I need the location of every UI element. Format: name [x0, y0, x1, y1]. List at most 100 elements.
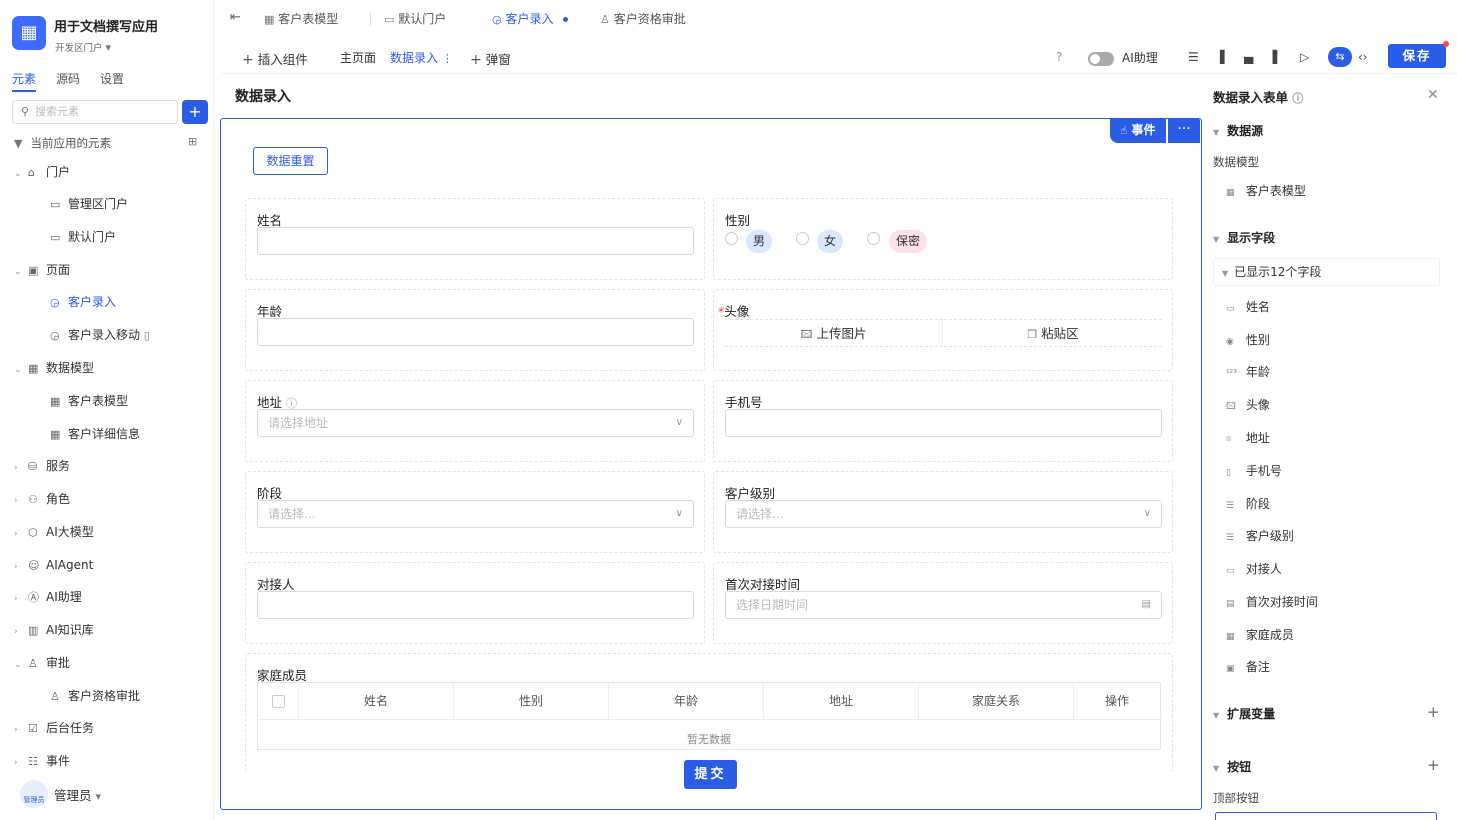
layout-right-icon[interactable]: ▐: [1268, 50, 1277, 64]
tab-elements[interactable]: 元素: [12, 70, 37, 92]
section-datasource[interactable]: ▼ 数据源: [1213, 122, 1263, 139]
tab-settings[interactable]: 设置: [100, 70, 124, 92]
tree-item-pages[interactable]: ⌄ ▣ 页面: [14, 260, 70, 280]
tree-item-data-models[interactable]: ⌄ ▦ 数据模型: [14, 358, 94, 378]
gender-radio-female[interactable]: [796, 232, 809, 245]
stage-select[interactable]: 请选择... ∨: [257, 500, 694, 528]
field-item[interactable]: ▣ 备注: [1226, 658, 1270, 675]
tree-label: 页面: [46, 263, 71, 277]
add-ext-var-icon[interactable]: +: [1427, 703, 1440, 721]
name-input[interactable]: [257, 227, 694, 255]
paste-area[interactable]: ❐ 粘贴区: [944, 319, 1162, 347]
add-button-icon[interactable]: +: [1427, 756, 1440, 774]
layout-left-icon[interactable]: ▌: [1220, 50, 1229, 64]
layout-bottom-icon[interactable]: ▄: [1244, 50, 1253, 64]
tab-source[interactable]: 源码: [56, 70, 80, 92]
help-icon[interactable]: ⓘ: [286, 398, 297, 409]
address-select[interactable]: 请选择地址 ∨: [257, 409, 694, 437]
contact-input[interactable]: [257, 591, 694, 619]
tree-item-roles[interactable]: › ⚇ 角色: [14, 489, 70, 509]
tree-item-ai-assistant[interactable]: › Ⓐ AI助理: [14, 587, 82, 607]
select-all-checkbox[interactable]: [271, 695, 285, 708]
model-value[interactable]: ▦ 客户表模型: [1226, 182, 1306, 199]
help-icon[interactable]: ⓘ: [1292, 93, 1303, 104]
collapse-sidebar-icon[interactable]: ⇤: [230, 10, 241, 25]
chevron-right-icon: ›: [14, 529, 18, 539]
gender-radio-male[interactable]: [725, 232, 738, 245]
add-element-button[interactable]: +: [182, 100, 208, 124]
field-item[interactable]: ▤ 首次对接时间: [1226, 593, 1318, 610]
tree-item-customer-entry[interactable]: ◶ 客户录入: [50, 292, 116, 312]
element-search-input[interactable]: ⚲ 搜索元素: [12, 100, 178, 124]
tree-item-default-portal[interactable]: ▭ 默认门户: [50, 227, 116, 247]
field-label: 姓名: [1245, 300, 1270, 314]
popup-button[interactable]: + 弹窗: [470, 49, 511, 68]
tab-customer-entry[interactable]: ◶ 客户录入: [492, 10, 569, 27]
more-options-icon[interactable]: ···: [1168, 118, 1200, 143]
tab-customer-model[interactable]: ▦ 客户表模型: [264, 10, 338, 27]
column-header: 地址: [764, 683, 919, 719]
tree-label: 客户录入移动: [68, 328, 141, 342]
code-icon[interactable]: ‹›: [1358, 50, 1368, 64]
field-item[interactable]: ◉ 性别: [1226, 331, 1270, 348]
avatar[interactable]: 管理员: [20, 780, 48, 808]
tree-item-ai-model[interactable]: › ⬡ AI大模型: [14, 522, 94, 542]
tree-item-customer-entry-mobile[interactable]: ◶ 客户录入移动 ▯: [50, 325, 150, 345]
tab-label: 客户资格审批: [613, 12, 686, 26]
top-buttons-field[interactable]: [1215, 812, 1437, 820]
gender-radio-secret[interactable]: [867, 232, 880, 245]
tree-item-background-tasks[interactable]: › ☑ 后台任务: [14, 718, 94, 738]
reset-button[interactable]: 数据重置: [253, 147, 328, 175]
age-input[interactable]: [257, 318, 694, 346]
field-item[interactable]: ☰ 阶段: [1226, 495, 1270, 512]
help-icon[interactable]: ?: [1056, 50, 1062, 64]
section-display-fields[interactable]: ▼ 显示字段: [1213, 229, 1275, 246]
chevron-right-icon: ›: [14, 627, 18, 637]
portal-selector[interactable]: 开发区门户 ▾: [55, 40, 111, 54]
submit-button[interactable]: 提交: [684, 760, 737, 789]
event-button[interactable]: ☝ 事件: [1110, 118, 1166, 143]
field-item[interactable]: ¹²³ 年龄: [1226, 363, 1270, 380]
phone-input[interactable]: [725, 409, 1162, 437]
user-menu[interactable]: 管理员 ▾: [54, 785, 101, 804]
tree-item-customer-details[interactable]: ▦ 客户详细信息: [50, 424, 140, 444]
upload-image-button[interactable]: 🖾 上传图片: [725, 319, 943, 347]
event-icon: ☷: [28, 755, 38, 768]
field-item[interactable]: 🖾 头像: [1226, 396, 1270, 413]
home-page-button[interactable]: 主页面: [340, 49, 376, 66]
field-item[interactable]: ▦ 家庭成员: [1226, 626, 1294, 643]
tree-item-events[interactable]: › ☷ 事件: [14, 751, 70, 771]
insert-component-button[interactable]: + 插入组件: [242, 49, 308, 68]
tree-item-ai-agent[interactable]: › ☺ AIAgent: [14, 555, 93, 575]
field-item[interactable]: ▭ 姓名: [1226, 298, 1270, 315]
current-view-button[interactable]: 数据录入 ⋮: [390, 49, 453, 66]
tree-header[interactable]: ▼ 当前应用的元素: [14, 135, 111, 151]
field-item[interactable]: ☰ 客户级别: [1226, 527, 1294, 544]
tab-label: 客户录入: [505, 12, 554, 26]
first-contact-time-picker[interactable]: 选择日期时间 ▤: [725, 591, 1162, 619]
field-item[interactable]: ▯ 手机号: [1226, 462, 1282, 479]
close-icon[interactable]: ✕: [1427, 88, 1439, 102]
save-button[interactable]: 保存: [1388, 41, 1449, 68]
level-select[interactable]: 请选择... ∨: [725, 500, 1162, 528]
tree-item-customer-model[interactable]: ▦ 客户表模型: [50, 391, 128, 411]
tree-item-ai-knowledge[interactable]: › ▥ AI知识库: [14, 620, 94, 640]
section-buttons[interactable]: ▼ 按钮: [1213, 758, 1251, 775]
field-item[interactable]: ▭ 对接人: [1226, 560, 1282, 577]
tree-item-customer-approval[interactable]: ♙ 客户资格审批: [50, 686, 140, 706]
tree-item-services[interactable]: › ⛁ 服务: [14, 456, 70, 476]
tree-item-approval[interactable]: ⌄ ♙ 审批: [14, 653, 70, 673]
tree-options-icon[interactable]: ⊞: [188, 136, 197, 147]
tree-item-portal[interactable]: ⌄ ⌂ 门户: [14, 162, 70, 182]
tab-customer-approval[interactable]: ♙ 客户资格审批: [600, 10, 686, 27]
field-count-dropdown[interactable]: ▼ 已显示12个字段: [1213, 258, 1440, 286]
editor-tab-bar: ⇤ ▦ 客户表模型 ▭ 默认门户 ◶ 客户录入 ♙ 客户资格审批: [224, 0, 1457, 38]
section-ext-vars[interactable]: ▼ 扩展变量: [1213, 705, 1275, 722]
field-item[interactable]: ⌾ 地址: [1226, 429, 1270, 446]
ai-assistant-toggle[interactable]: [1088, 52, 1114, 66]
outline-icon[interactable]: ☰: [1188, 50, 1199, 64]
tab-default-portal[interactable]: ▭ 默认门户: [384, 10, 446, 27]
tree-item-admin-portal[interactable]: ▭ 管理区门户: [50, 194, 128, 214]
preview-icon[interactable]: ▷: [1300, 50, 1309, 64]
design-mode-icon[interactable]: ⇆: [1328, 47, 1352, 67]
